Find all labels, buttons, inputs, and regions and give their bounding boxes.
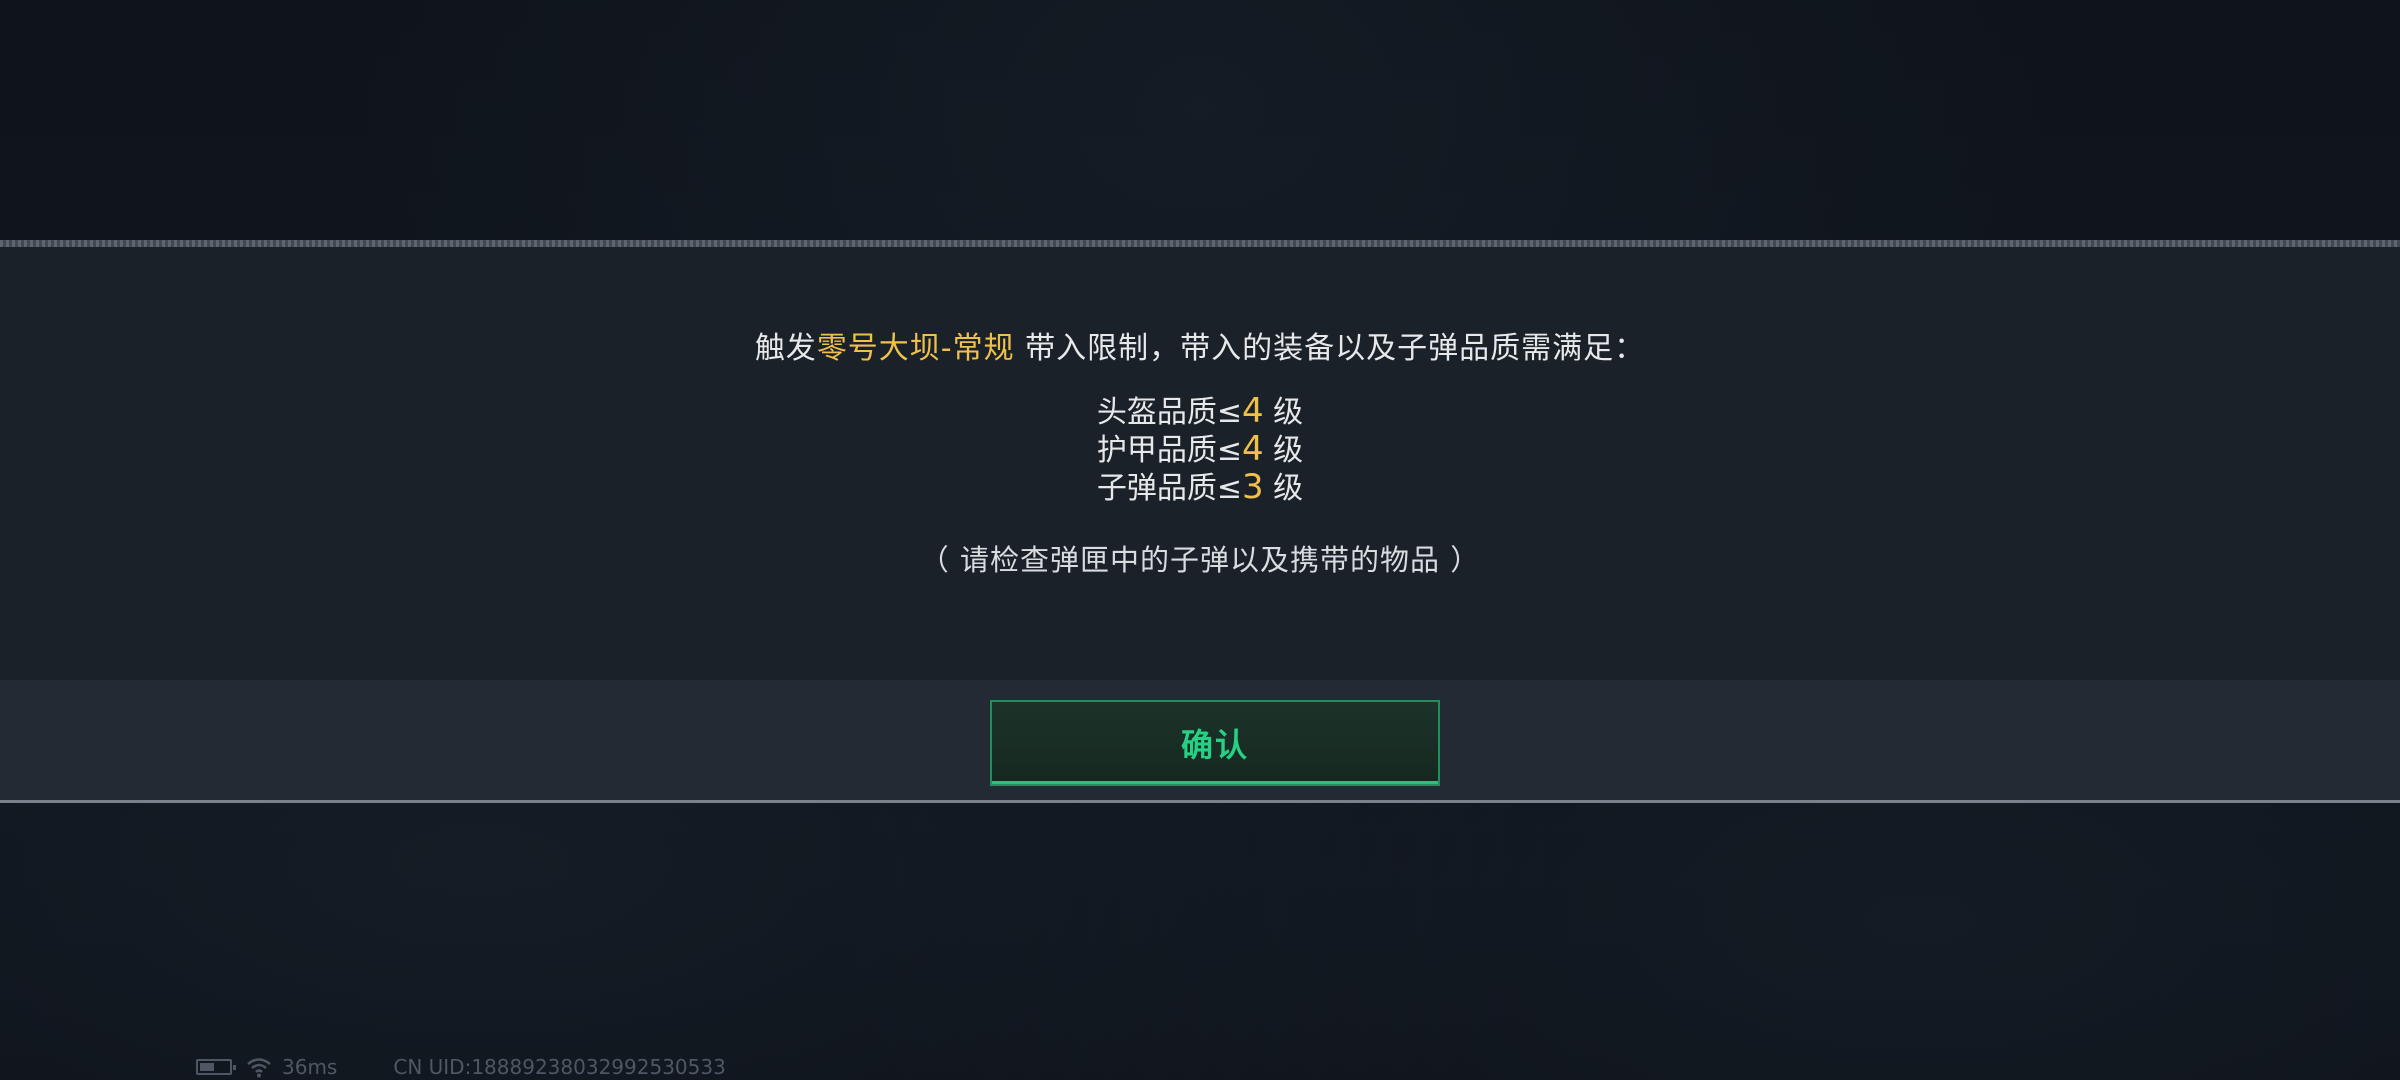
dialog-body: 触发零号大坝-常规 带入限制，带入的装备以及子弹品质需满足： 头盔品质≤4 级 … [0,247,2400,680]
message-prefix: 触发 [754,331,817,366]
requirement-unit: 级 [1263,433,1304,468]
requirement-label: 子弹品质≤ [1096,471,1242,506]
map-name: 零号大坝-常规 [816,331,1015,366]
confirm-button[interactable]: 确认 [990,700,1440,786]
requirement-armor: 护甲品质≤4 级 [0,431,2400,469]
requirement-unit: 级 [1263,395,1304,430]
requirement-ammo: 子弹品质≤3 级 [0,469,2400,507]
dialog-top-border [0,240,2400,247]
requirements-list: 头盔品质≤4 级 护甲品质≤4 级 子弹品质≤3 级 [0,393,2400,507]
dialog-bottom-border [0,800,2400,803]
ping-value: 36ms [282,1055,338,1079]
requirement-helmet: 头盔品质≤4 级 [0,393,2400,431]
dialog-hint: （ 请检查弹匣中的子弹以及携带的物品 ） [919,543,1481,577]
game-screen: 触发零号大坝-常规 带入限制，带入的装备以及子弹品质需满足： 头盔品质≤4 级 … [0,0,2400,1080]
battery-icon [196,1059,236,1075]
uid-text: CN UID:18889238032992530533 [393,1055,726,1079]
dialog-message: 触发零号大坝-常规 带入限制，带入的装备以及子弹品质需满足： [0,323,2400,367]
requirement-value: 4 [1241,429,1264,469]
requirement-value: 3 [1241,467,1264,507]
requirement-unit: 级 [1263,471,1304,506]
requirement-label: 护甲品质≤ [1096,433,1242,468]
wifi-icon [247,1058,271,1078]
requirement-label: 头盔品质≤ [1096,395,1242,430]
message-suffix: 带入限制，带入的装备以及子弹品质需满足： [1014,331,1646,366]
confirm-label: 确认 [1180,726,1249,764]
status-bar: 36ms CN UID:18889238032992530533 [196,1055,726,1079]
restriction-dialog: 触发零号大坝-常规 带入限制，带入的装备以及子弹品质需满足： 头盔品质≤4 级 … [0,240,2400,803]
requirement-value: 4 [1241,391,1264,431]
